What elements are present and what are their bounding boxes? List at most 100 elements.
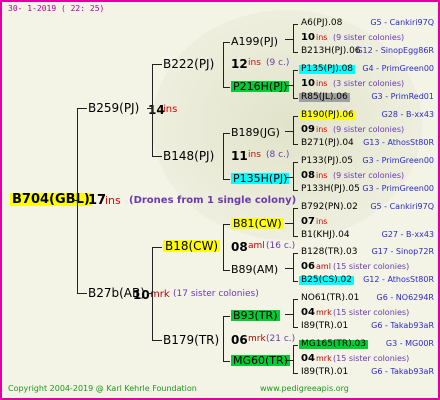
g2-count: 12	[231, 57, 248, 71]
g3-queen[interactable]: A199(PJ)	[231, 36, 278, 47]
ancestor-queen[interactable]: B190(PJ).06	[299, 111, 356, 120]
connector-line	[293, 70, 294, 99]
copyright: Copyright 2004-2019 @ Karl Kehrle Founda…	[8, 384, 197, 393]
g1-queen[interactable]: B259(PJ)	[88, 102, 139, 114]
g2-note: (16 c.)	[266, 241, 296, 251]
row-count: 08	[301, 170, 315, 181]
connector-line	[152, 64, 153, 157]
root-count: 17	[88, 193, 107, 208]
ancestor-queen[interactable]: P133(PJ).05	[299, 157, 355, 166]
connector-line	[152, 247, 162, 248]
ancestor-code: G6 - Takab93aR	[371, 321, 434, 330]
connector-line	[285, 360, 293, 361]
connector-line	[147, 108, 153, 109]
g3-queen[interactable]: B189(JG)	[231, 127, 280, 138]
row-unit: ins	[316, 33, 328, 42]
ancestor-queen[interactable]: I89(TR).01	[299, 368, 350, 377]
root-queen[interactable]: B704(GBL)	[10, 193, 92, 206]
g2-count: 06	[231, 333, 248, 347]
row-count: 06	[301, 261, 315, 272]
connector-line	[293, 236, 298, 237]
connector-line	[72, 200, 78, 201]
connector-line	[223, 179, 230, 180]
row-unit: mrk	[316, 354, 332, 363]
g2-queen[interactable]: B148(PJ)	[163, 150, 214, 162]
connector-line	[285, 177, 293, 178]
g3-queen[interactable]: MG60(TR)	[231, 355, 290, 366]
connector-line	[223, 316, 230, 317]
ancestor-queen[interactable]: B25(CS).02	[299, 276, 354, 285]
g3-queen[interactable]: B93(TR)	[231, 310, 280, 321]
connector-line	[293, 345, 294, 374]
connector-line	[223, 361, 230, 362]
ancestor-queen[interactable]: B1(KHJ).04	[299, 231, 352, 240]
connector-line	[223, 224, 230, 225]
ancestor-code: G6 - NO6294R	[376, 293, 434, 302]
connector-line	[152, 156, 162, 157]
ancestor-queen[interactable]: B792(PN).02	[299, 203, 360, 212]
row-count: 04	[301, 307, 315, 318]
ancestor-queen[interactable]: B128(TR).03	[299, 248, 359, 257]
connector-line	[223, 316, 224, 362]
connector-line	[293, 116, 294, 145]
connector-line	[152, 247, 153, 341]
row-unit: ins	[316, 171, 328, 180]
connector-line	[147, 293, 153, 294]
g2-queen[interactable]: B18(CW)	[163, 240, 221, 252]
root-note: (Drones from 1 single colony)	[129, 195, 297, 206]
row-count: 10	[301, 32, 315, 43]
ancestor-code: G5 - Cankiri97Q	[370, 202, 434, 211]
g3-queen[interactable]: B89(AM)	[231, 264, 278, 275]
row-count: 07	[301, 216, 315, 227]
g2-unit: mrk	[248, 334, 266, 344]
ancestor-code: G3 - PrimGreen00	[362, 156, 434, 165]
connector-line	[293, 299, 298, 300]
connector-line	[293, 162, 294, 191]
ancestor-code: G13 - AthosSt80R	[363, 138, 434, 147]
connector-line	[293, 253, 294, 282]
connector-line	[285, 131, 293, 132]
row-count: 09	[301, 124, 315, 135]
connector-line	[293, 208, 298, 209]
g3-queen[interactable]: P135H(PJ)	[231, 173, 290, 184]
ancestor-code: G3 - PrimGreen00	[362, 184, 434, 193]
ancestor-code: G12 - AthosSt80R	[363, 275, 434, 284]
connector-line	[293, 253, 298, 254]
g3-queen[interactable]: P216H(PJ)	[231, 81, 290, 92]
connector-line	[223, 224, 224, 271]
g2-queen[interactable]: B222(PJ)	[163, 58, 214, 70]
ancestor-queen[interactable]: NO61(TR).01	[299, 294, 361, 303]
connector-line	[285, 314, 293, 315]
connector-line	[293, 116, 298, 117]
row-note: (15 sister colonies)	[333, 262, 410, 271]
connector-line	[293, 98, 298, 99]
row-note: (9 sister colonies)	[333, 33, 405, 42]
connector-line	[223, 133, 224, 180]
pedigree-chart: 30- 1-2019 ( 22: 25) B704(GBL) 17 ins (D…	[0, 0, 440, 400]
ancestor-queen[interactable]: A6(PJ).08	[299, 19, 344, 28]
ancestor-queen[interactable]: B271(PJ).04	[299, 139, 356, 148]
ancestor-queen[interactable]: R85(JL).06	[299, 93, 350, 102]
ancestor-queen[interactable]: P133H(PJ).05	[299, 185, 362, 194]
connector-line	[293, 144, 298, 145]
ancestor-queen[interactable]: MG165(TR).03	[299, 340, 369, 349]
g1-note: (17 sister colonies)	[173, 289, 259, 299]
ancestor-queen[interactable]: B213H(PJ).06	[299, 47, 363, 56]
g2-count: 08	[231, 240, 248, 254]
g2-unit: ins	[248, 58, 261, 68]
g3-queen[interactable]: B81(CW)	[231, 218, 284, 229]
connector-line	[77, 108, 87, 109]
row-note: (3 sister colonies)	[333, 79, 405, 88]
g2-queen[interactable]: B179(TR)	[163, 334, 219, 346]
connector-line	[223, 270, 230, 271]
row-unit: aml	[316, 262, 331, 271]
site-link[interactable]: www.pedigreeapis.org	[260, 385, 349, 393]
ancestor-queen[interactable]: I89(TR).01	[299, 322, 350, 331]
connector-line	[293, 208, 294, 237]
row-note: (9 sister colonies)	[333, 171, 405, 180]
row-note: (9 sister colonies)	[333, 125, 405, 134]
ancestor-code: G4 - PrimGreen00	[362, 64, 434, 73]
ancestor-queen[interactable]: P135(PJ).08	[299, 65, 356, 74]
connector-line	[152, 340, 162, 341]
ancestor-code: G6 - Takab93aR	[371, 367, 434, 376]
